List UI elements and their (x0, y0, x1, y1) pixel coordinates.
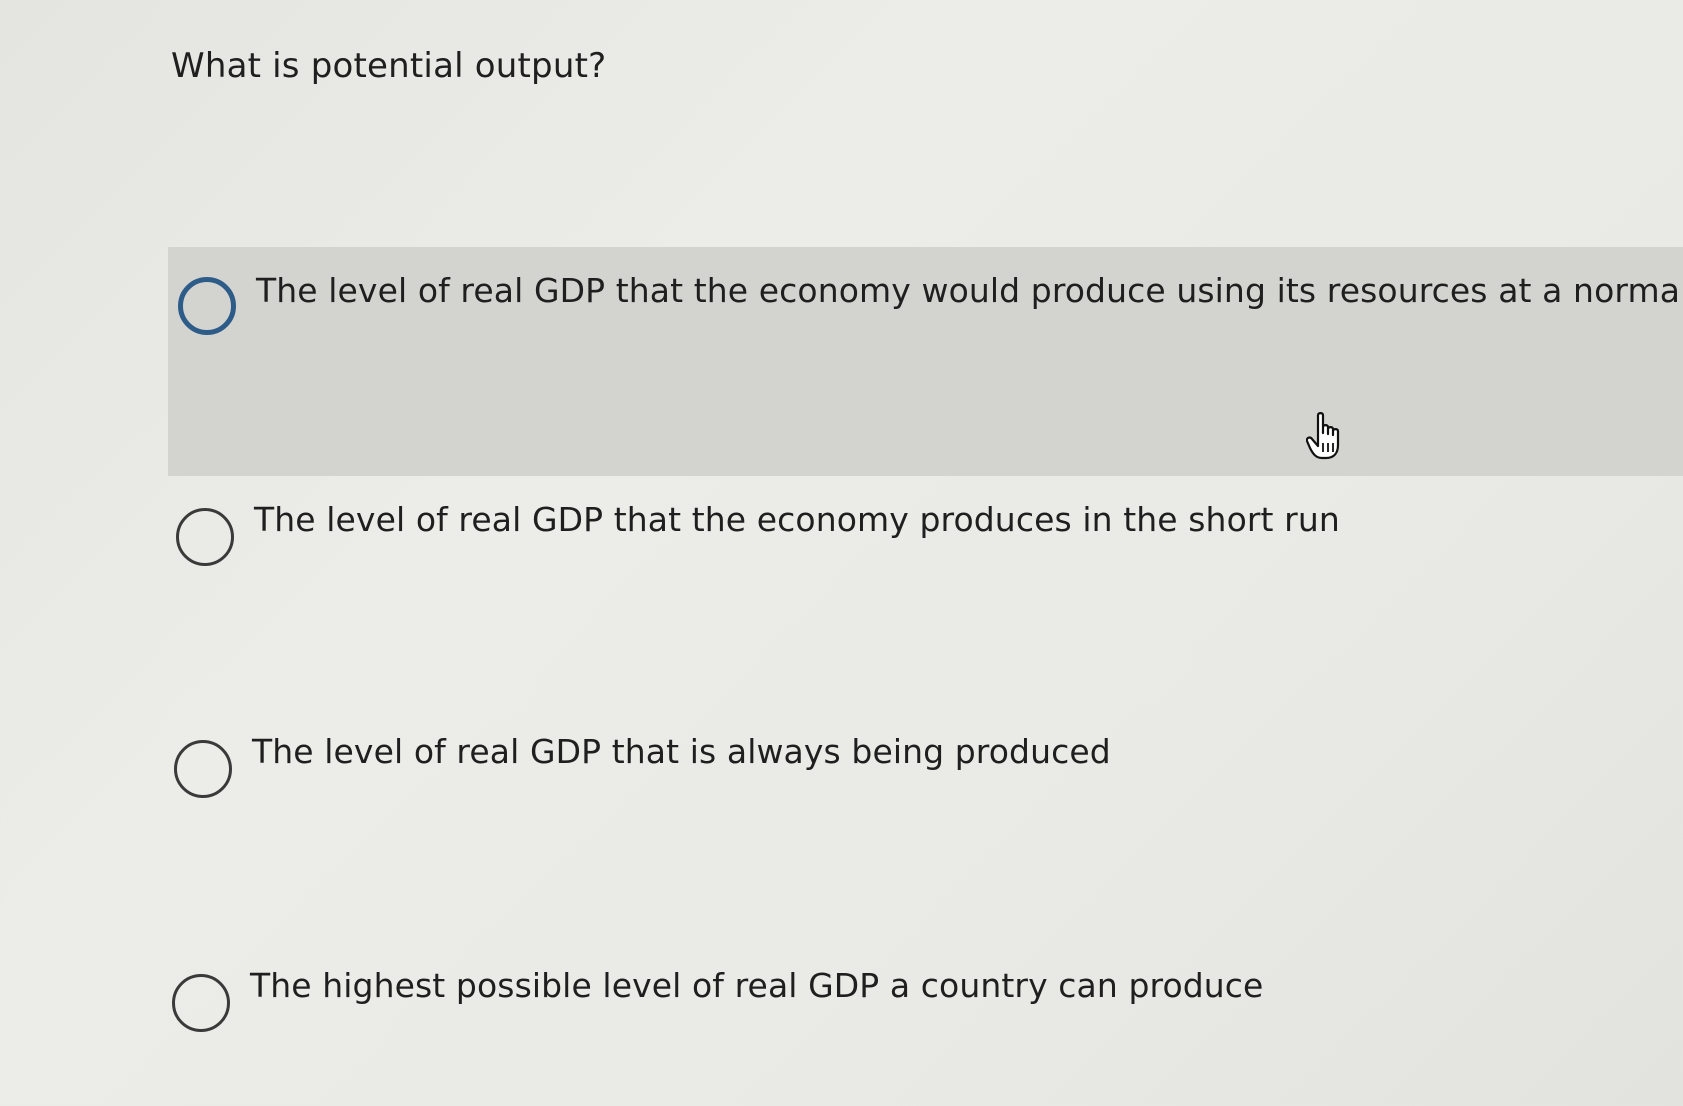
radio-circle-icon[interactable] (178, 277, 236, 335)
answer-option-label: The level of real GDP that is always bei… (252, 732, 1111, 771)
answer-option-4[interactable]: The highest possible level of real GDP a… (168, 946, 1683, 1096)
answer-options: The level of real GDP that the economy w… (0, 0, 1683, 1106)
answer-option-2[interactable]: The level of real GDP that the economy p… (168, 480, 1683, 680)
answer-option-1[interactable]: The level of real GDP that the economy w… (168, 247, 1683, 476)
radio-circle-icon[interactable] (174, 740, 232, 798)
answer-option-3[interactable]: The level of real GDP that is always bei… (168, 712, 1683, 912)
hand-pointer-icon (1306, 412, 1340, 460)
radio-circle-icon[interactable] (176, 508, 234, 566)
answer-option-label: The level of real GDP that the economy p… (254, 500, 1340, 539)
answer-option-label: The highest possible level of real GDP a… (250, 966, 1264, 1005)
answer-option-label: The level of real GDP that the economy w… (256, 271, 1683, 310)
radio-circle-icon[interactable] (172, 974, 230, 1032)
